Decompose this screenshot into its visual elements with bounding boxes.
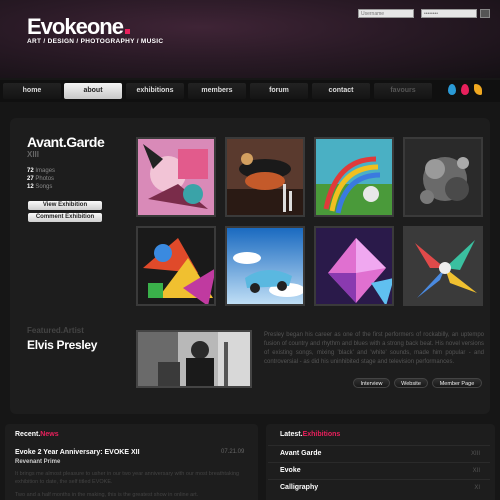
logo-text: Evokeone xyxy=(27,14,124,39)
latest-item-number: XI xyxy=(474,485,480,491)
neon-crystal-thumbnail[interactable] xyxy=(314,226,394,306)
nav-favours[interactable]: favours xyxy=(374,83,432,99)
exhibition-title: Avant.Garde xyxy=(27,134,105,150)
collage-art-thumbnail[interactable] xyxy=(136,137,216,217)
latest-item-name: Evoke xyxy=(280,467,301,474)
site-logo[interactable]: Evokeone xyxy=(27,14,130,40)
featured-artist-name: Elvis Presley xyxy=(27,338,98,352)
view-exhibition-button[interactable]: View Exhibition xyxy=(28,201,102,210)
site-tagline: ART / DESIGN / PHOTOGRAPHY / MUSIC xyxy=(27,38,164,45)
dark-sculpture-thumbnail[interactable] xyxy=(403,137,483,217)
latest-item-name: Calligraphy xyxy=(280,484,319,491)
stat-photos: 27 Photos xyxy=(27,176,55,182)
website-button[interactable]: Website xyxy=(394,378,428,388)
featured-artist-photo[interactable] xyxy=(136,330,252,388)
nav-contact[interactable]: contact xyxy=(312,83,370,99)
teapot-sculpture-thumbnail[interactable] xyxy=(225,137,305,217)
news-date: 07.21.09 xyxy=(221,449,245,455)
logo-dot xyxy=(124,29,130,34)
news-author[interactable]: Revenant Prime xyxy=(15,459,60,465)
nav-home[interactable]: home xyxy=(3,83,61,99)
stat-songs: 12 Songs xyxy=(27,184,53,190)
nav-members[interactable]: members xyxy=(188,83,246,99)
latest-item-number: XII xyxy=(472,468,480,474)
stat-images: 72 Images xyxy=(27,168,56,174)
latest-exhibitions-heading: Latest.Exhibitions xyxy=(280,431,341,438)
nav-forum[interactable]: forum xyxy=(250,83,308,99)
latest-item[interactable]: Evoke XII xyxy=(268,462,490,479)
site-header: Evokeone ART / DESIGN / PHOTOGRAPHY / MU… xyxy=(0,0,500,78)
comment-exhibition-button[interactable]: Comment Exhibition xyxy=(28,213,102,222)
latest-item[interactable]: Avant Garde XIII xyxy=(268,445,490,462)
member-page-button[interactable]: Member Page xyxy=(432,378,482,388)
latest-item-number: XIII xyxy=(470,451,480,457)
recent-news-heading: Recent.News xyxy=(15,431,59,438)
nav-exhibitions[interactable]: exhibitions xyxy=(126,83,184,99)
password-input[interactable] xyxy=(421,9,477,18)
abstract-shapes-thumbnail[interactable] xyxy=(136,226,216,306)
floating-car-thumbnail[interactable] xyxy=(225,226,305,306)
pink-theme-icon[interactable] xyxy=(461,84,469,95)
featured-artist-bio: Presley began his career as one of the f… xyxy=(264,332,484,365)
latest-item-name: Avant Garde xyxy=(280,450,322,457)
latest-item[interactable]: Calligraphy XI xyxy=(268,479,490,496)
featured-artist-label: Featured.Artist xyxy=(27,326,84,335)
nav-about[interactable]: about xyxy=(64,83,122,99)
interview-button[interactable]: Interview xyxy=(353,378,390,388)
main-nav: home about exhibitions members forum con… xyxy=(0,80,500,102)
rainbow-swirl-thumbnail[interactable] xyxy=(314,137,394,217)
exhibition-subtitle: XIII xyxy=(27,150,40,159)
news-more: Two and a half months in the making, thi… xyxy=(15,492,199,498)
blue-theme-icon[interactable] xyxy=(448,84,456,95)
news-title[interactable]: Evoke 2 Year Anniversary: EVOKE XII xyxy=(15,449,140,456)
login-button[interactable] xyxy=(480,9,490,18)
username-input[interactable] xyxy=(358,9,414,18)
geometric-explosion-thumbnail[interactable] xyxy=(403,226,483,306)
news-body: It brings me almost pleasure to usher in… xyxy=(15,471,240,485)
